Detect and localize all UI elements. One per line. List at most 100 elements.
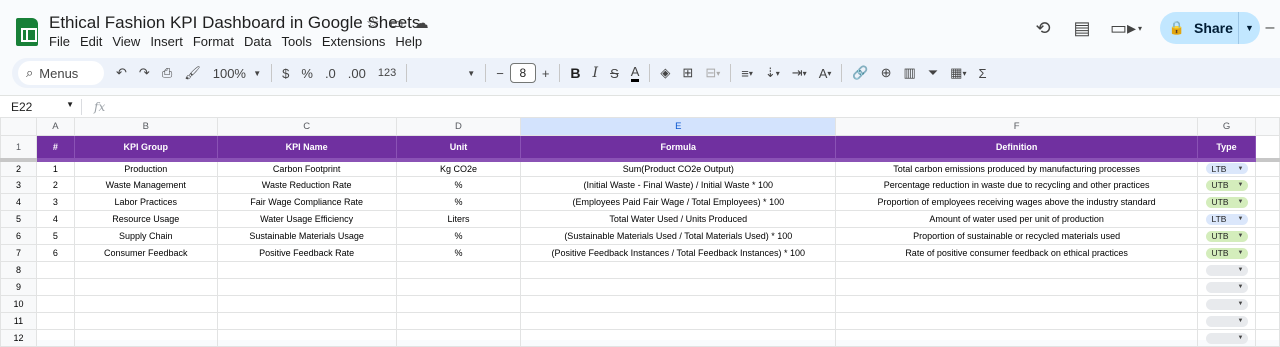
- grid-cell[interactable]: [1254, 159, 1280, 177]
- cell-definition[interactable]: Amount of water used per unit of product…: [835, 210, 1199, 228]
- header-cell-kpi-name[interactable]: KPI Name: [216, 135, 397, 162]
- text-wrap-icon[interactable]: ⇥ ▾: [786, 58, 813, 88]
- grid-cell[interactable]: [395, 261, 522, 279]
- text-rotation-icon[interactable]: A ▾: [813, 58, 838, 88]
- grid-cell[interactable]: [1254, 244, 1280, 262]
- grid-cell[interactable]: [35, 261, 75, 279]
- menu-view[interactable]: View: [112, 34, 145, 49]
- row-number[interactable]: 3: [0, 176, 37, 194]
- cell-kpi-group[interactable]: Consumer Feedback: [73, 244, 218, 262]
- grid-cell[interactable]: [73, 295, 218, 313]
- insert-comment-icon[interactable]: ⊕: [875, 58, 898, 88]
- grid-cell[interactable]: [1254, 312, 1280, 330]
- column-header-g[interactable]: G: [1197, 117, 1256, 136]
- menu-insert[interactable]: Insert: [150, 34, 188, 49]
- grid-cell[interactable]: [835, 261, 1199, 279]
- share-button[interactable]: 🔒 Share ▼: [1160, 12, 1260, 44]
- italic-button[interactable]: I: [587, 58, 605, 88]
- cell-type[interactable]: ▼: [1197, 278, 1256, 296]
- cell-kpi-group[interactable]: Supply Chain: [73, 227, 218, 245]
- cell-index[interactable]: 6: [35, 244, 75, 262]
- grid-cell[interactable]: [1254, 261, 1280, 279]
- cell-kpi-name[interactable]: Water Usage Efficiency: [216, 210, 397, 228]
- column-header-e[interactable]: E: [520, 117, 837, 136]
- number-format-button[interactable]: 123: [372, 58, 402, 88]
- grid-cell[interactable]: [216, 329, 397, 347]
- undo-icon[interactable]: ↶: [110, 58, 133, 88]
- cell-index[interactable]: 4: [35, 210, 75, 228]
- increase-decimal-button[interactable]: .00: [342, 58, 372, 88]
- share-dropdown-icon[interactable]: ▼: [1238, 12, 1260, 44]
- column-header-d[interactable]: D: [395, 117, 522, 136]
- font-size-input[interactable]: 8: [509, 63, 536, 83]
- more-icon[interactable]: –: [1260, 19, 1280, 37]
- header-cell-index[interactable]: #: [35, 135, 75, 162]
- grid-cell[interactable]: [1254, 210, 1280, 228]
- text-color-button[interactable]: A: [625, 58, 646, 88]
- vertical-align-icon[interactable]: ⇣ ▾: [759, 58, 786, 88]
- cloud-status-icon[interactable]: ☁: [414, 14, 429, 32]
- cell-kpi-name[interactable]: Sustainable Materials Usage: [216, 227, 397, 245]
- menu-tools[interactable]: Tools: [281, 34, 316, 49]
- column-header-c[interactable]: C: [216, 117, 397, 136]
- grid-cell[interactable]: [520, 278, 837, 296]
- grid-cell[interactable]: [835, 312, 1199, 330]
- cell-unit[interactable]: %: [395, 176, 522, 194]
- search-menus[interactable]: ⌕ Menus: [18, 61, 104, 85]
- grid-cell[interactable]: [395, 295, 522, 313]
- column-header-overflow[interactable]: [1254, 117, 1280, 136]
- cell-definition[interactable]: Proportion of sustainable or recycled ma…: [835, 227, 1199, 245]
- type-dropdown-chip[interactable]: LTB ▼: [1205, 163, 1248, 175]
- bold-button[interactable]: B: [564, 58, 586, 88]
- paint-format-icon[interactable]: 🖌: [178, 58, 207, 88]
- cell-index[interactable]: 3: [35, 193, 75, 211]
- cell-kpi-name[interactable]: Waste Reduction Rate: [216, 176, 397, 194]
- insert-chart-icon[interactable]: ▥: [897, 58, 921, 88]
- menu-file[interactable]: File: [49, 34, 75, 49]
- grid-cell[interactable]: [835, 295, 1199, 313]
- cell-type[interactable]: ▼: [1197, 295, 1256, 313]
- cell-type[interactable]: ▼: [1197, 312, 1256, 330]
- grid-cell[interactable]: [35, 329, 75, 347]
- grid-cell[interactable]: [1254, 329, 1280, 347]
- cell-type[interactable]: LTB ▼: [1197, 210, 1256, 228]
- grid-cell[interactable]: [216, 295, 397, 313]
- cell-unit[interactable]: Liters: [395, 210, 522, 228]
- row-number[interactable]: 4: [0, 193, 37, 211]
- grid-cell[interactable]: [35, 312, 75, 330]
- column-header-f[interactable]: F: [835, 117, 1199, 136]
- menu-extensions[interactable]: Extensions: [322, 34, 391, 49]
- grid-cell[interactable]: [1254, 135, 1280, 162]
- menu-edit[interactable]: Edit: [80, 34, 107, 49]
- star-icon[interactable]: ☆: [366, 14, 379, 32]
- grid-cell[interactable]: [73, 261, 218, 279]
- currency-format-button[interactable]: $: [276, 58, 295, 88]
- zoom-select[interactable]: 100% ▼: [207, 58, 267, 88]
- select-all-corner[interactable]: [0, 117, 37, 136]
- header-cell-formula[interactable]: Formula: [520, 135, 837, 162]
- cell-index[interactable]: 2: [35, 176, 75, 194]
- cell-definition[interactable]: Total carbon emissions produced by manuf…: [835, 159, 1199, 177]
- row-number[interactable]: 11: [0, 312, 37, 330]
- cell-unit[interactable]: %: [395, 193, 522, 211]
- cell-definition[interactable]: Rate of positive consumer feedback on et…: [835, 244, 1199, 262]
- cell-kpi-group[interactable]: Production: [73, 159, 218, 177]
- type-dropdown-chip[interactable]: ▼: [1205, 281, 1248, 293]
- move-folder-icon[interactable]: ▭: [389, 14, 403, 32]
- type-dropdown-chip[interactable]: UTB ▼: [1205, 230, 1248, 242]
- grid-cell[interactable]: [1254, 176, 1280, 194]
- grid-cell[interactable]: [35, 278, 75, 296]
- grid-cell[interactable]: [395, 312, 522, 330]
- row-number[interactable]: 9: [0, 278, 37, 296]
- menu-data[interactable]: Data: [244, 34, 276, 49]
- type-dropdown-chip[interactable]: ▼: [1205, 332, 1248, 344]
- filter-icon[interactable]: ⏷: [922, 58, 944, 88]
- type-dropdown-chip[interactable]: UTB ▼: [1205, 247, 1248, 259]
- cell-formula[interactable]: (Initial Waste - Final Waste) / Initial …: [520, 176, 837, 194]
- meet-icon[interactable]: ▭▸ ▾: [1103, 12, 1149, 44]
- cell-definition[interactable]: Proportion of employees receiving wages …: [835, 193, 1199, 211]
- type-dropdown-chip[interactable]: UTB ▼: [1205, 179, 1248, 191]
- type-dropdown-chip[interactable]: ▼: [1205, 264, 1248, 276]
- grid-cell[interactable]: [73, 329, 218, 347]
- print-icon[interactable]: ⎙: [156, 58, 178, 88]
